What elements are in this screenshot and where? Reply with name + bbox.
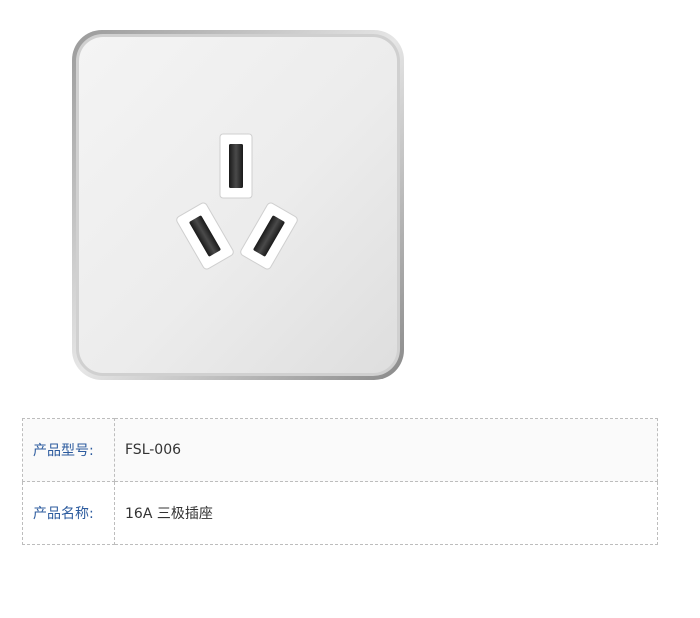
name-value: 16A 三极插座 [114, 481, 658, 545]
socket-outlet-icon [72, 30, 404, 380]
earth-slot-icon [219, 133, 253, 199]
model-label: 产品型号: [22, 418, 115, 482]
table-row-name: 产品名称: 16A 三极插座 [22, 481, 658, 545]
spec-table: 产品型号: FSL-006 产品名称: 16A 三极插座 [22, 418, 658, 545]
product-image [68, 26, 408, 384]
model-value: FSL-006 [114, 418, 658, 482]
table-row-model: 产品型号: FSL-006 [22, 418, 658, 482]
name-label: 产品名称: [22, 481, 115, 545]
